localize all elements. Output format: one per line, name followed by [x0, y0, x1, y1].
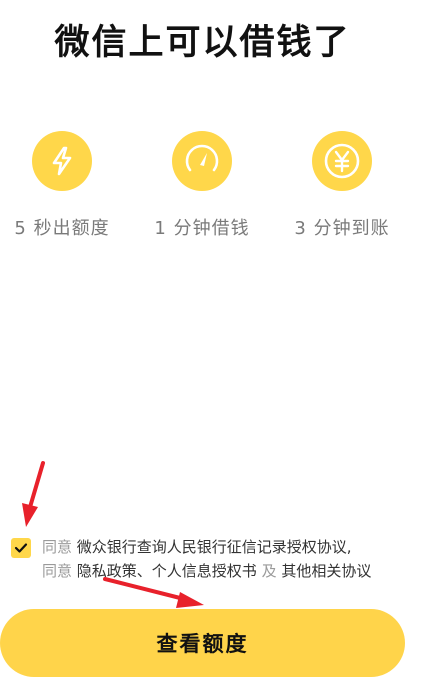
page-title: 微信上可以借钱了 — [54, 23, 351, 63]
agreement-line-2: 同意 隐私政策、个人信息授权书 及 其他相关协议 — [42, 559, 422, 583]
speedometer-icon — [172, 131, 232, 191]
arrow-to-checkbox-icon — [22, 461, 45, 527]
agreement-line-1: 同意 微众银行查询人民银行征信记录授权协议, — [42, 535, 422, 559]
agreement-text: 同意 微众银行查询人民银行征信记录授权协议, 同意 隐私政策、个人信息授权书 及… — [42, 535, 422, 583]
privacy-policy-link[interactable]: 隐私政策、个人信息授权书 — [77, 562, 257, 580]
feature-fast-quota: 5 秒出额度 — [0, 131, 132, 240]
agree-prefix: 同意 — [42, 538, 73, 556]
feature-label: 5 秒出额度 — [14, 218, 110, 239]
feature-fast-loan: 1 分钟借钱 — [132, 131, 272, 240]
lightning-icon — [32, 131, 92, 191]
other-agreements-link[interactable]: 其他相关协议 — [281, 562, 371, 580]
yuan-coin-icon — [312, 131, 372, 191]
feature-fast-arrival: 3 分钟到账 — [272, 131, 412, 240]
feature-label: 1 分钟借钱 — [154, 218, 250, 239]
agree-prefix: 同意 — [42, 562, 73, 580]
credit-query-agreement-link[interactable]: 微众银行查询人民银行征信记录授权协议, — [77, 538, 352, 556]
and-text: 及 — [261, 562, 277, 580]
view-quota-button[interactable]: 查看额度 — [0, 609, 405, 677]
feature-label: 3 分钟到账 — [294, 218, 390, 239]
arrow-to-button-icon — [103, 577, 204, 608]
checkmark-icon — [14, 543, 28, 553]
agreement-checkbox[interactable] — [11, 538, 31, 558]
